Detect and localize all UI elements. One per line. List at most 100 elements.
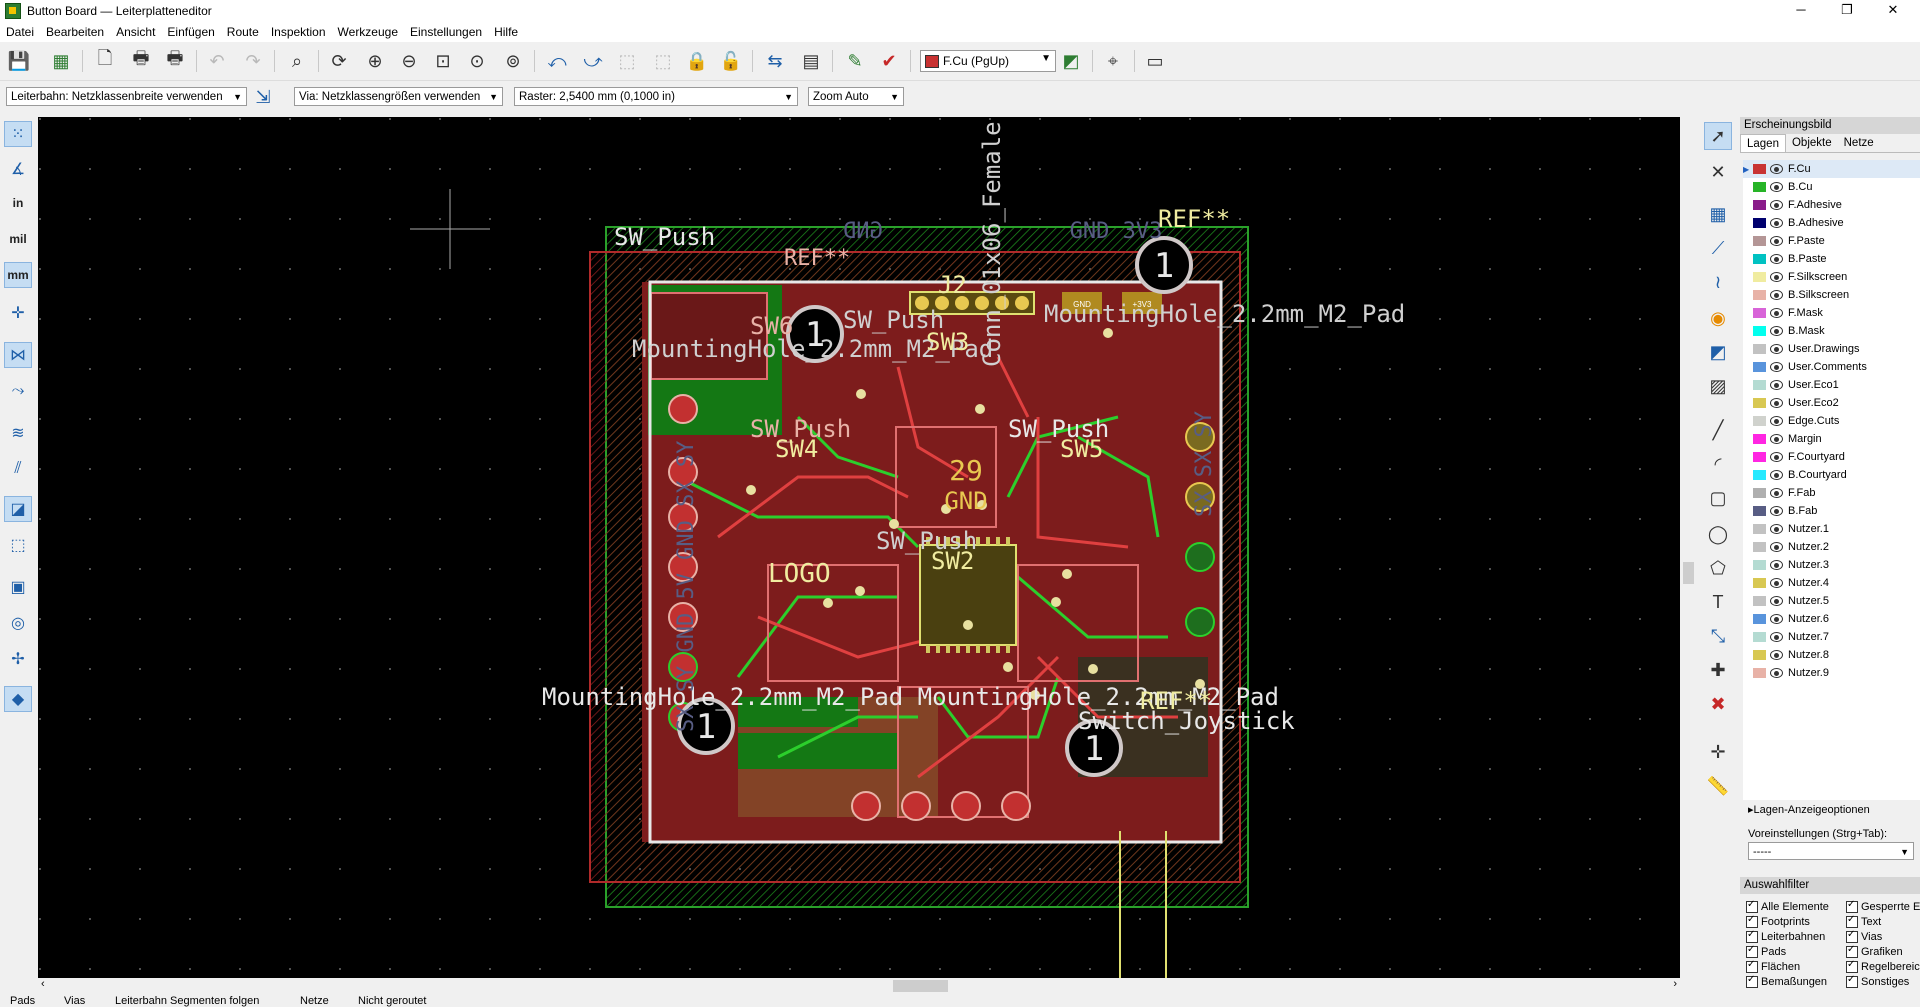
layer-row[interactable]: User.Comments	[1743, 358, 1920, 376]
board-setup-icon[interactable]: ▦	[48, 48, 74, 74]
layer-color-swatch[interactable]	[1753, 416, 1766, 426]
console-icon[interactable]: ▭	[1142, 48, 1168, 74]
filter-checkbox[interactable]: Pads	[1746, 945, 1846, 959]
eye-icon[interactable]	[1770, 272, 1783, 282]
layer-color-swatch[interactable]	[1753, 650, 1766, 660]
eye-icon[interactable]	[1770, 434, 1783, 444]
tab-lagen[interactable]: Lagen	[1740, 134, 1786, 152]
layer-row[interactable]: B.Cu	[1743, 178, 1920, 196]
layer-color-swatch[interactable]	[1753, 326, 1766, 336]
layer-row[interactable]: Nutzer.1	[1743, 520, 1920, 538]
filter-checkbox[interactable]: Alle Elemente	[1746, 900, 1846, 914]
zoom-selection-icon[interactable]: ⊚	[500, 48, 526, 74]
checkbox-checked-icon[interactable]	[1746, 915, 1758, 928]
layer-color-swatch[interactable]	[1753, 524, 1766, 534]
vscroll-thumb[interactable]	[1683, 562, 1694, 584]
filter-checkbox[interactable]: Gesperrte Elemente	[1846, 900, 1920, 914]
layer-row[interactable]: B.Mask	[1743, 322, 1920, 340]
auto-width-icon[interactable]: ⇲	[250, 84, 276, 110]
lock-icon[interactable]: 🔒	[684, 48, 710, 74]
curved-ratsnest-icon[interactable]: ⤳	[4, 378, 32, 404]
layer-row[interactable]: B.Adhesive	[1743, 214, 1920, 232]
layer-color-swatch[interactable]	[1753, 398, 1766, 408]
add-via-icon[interactable]: ◉	[1704, 304, 1732, 332]
route-track-icon[interactable]: ⟋	[1704, 234, 1732, 262]
track-width-select[interactable]: Leiterbahn: Netzklassenbreite verwenden ▼	[6, 87, 247, 106]
eye-icon[interactable]	[1770, 398, 1783, 408]
layer-color-swatch[interactable]	[1753, 200, 1766, 210]
draw-line-icon[interactable]: ╱	[1704, 416, 1732, 444]
eye-icon[interactable]	[1770, 668, 1783, 678]
filter-checkbox[interactable]: Regelbereiche	[1846, 960, 1920, 974]
eye-icon[interactable]	[1770, 578, 1783, 588]
eye-icon[interactable]	[1770, 380, 1783, 390]
grid-select[interactable]: Raster: 2,5400 mm (0,1000 in) ▼	[514, 87, 798, 106]
layer-color-swatch[interactable]	[1753, 560, 1766, 570]
zone-outline-icon[interactable]: ⫽	[4, 456, 32, 482]
minimize-button[interactable]: ─	[1778, 0, 1824, 22]
eye-icon[interactable]	[1770, 542, 1783, 552]
eye-icon[interactable]	[1770, 182, 1783, 192]
select-tool-icon[interactable]: ➚	[1704, 122, 1732, 150]
layer-color-swatch[interactable]	[1753, 452, 1766, 462]
menu-ansicht[interactable]: Ansicht	[110, 25, 161, 39]
tab-objekte[interactable]: Objekte	[1786, 134, 1838, 152]
footprint-library-icon[interactable]: ▤	[798, 48, 824, 74]
maximize-button[interactable]: ❐	[1824, 0, 1870, 22]
net-highlight-icon[interactable]: ◎	[4, 610, 32, 636]
layer-row[interactable]: Nutzer.4	[1743, 574, 1920, 592]
pad-display-icon[interactable]: ◪	[4, 496, 32, 522]
checkbox-checked-icon[interactable]	[1746, 900, 1758, 913]
layer-row[interactable]: F.Mask	[1743, 304, 1920, 322]
add-zone-icon[interactable]: ◩	[1704, 338, 1732, 366]
layer-row[interactable]: F.Courtyard	[1743, 448, 1920, 466]
track-display-icon[interactable]: ▣	[4, 574, 32, 600]
grid-toggle-icon[interactable]: ⁙	[4, 121, 32, 147]
layer-color-swatch[interactable]	[1753, 542, 1766, 552]
layer-row[interactable]: F.Adhesive	[1743, 196, 1920, 214]
checkbox-checked-icon[interactable]	[1846, 945, 1858, 958]
draw-polygon-icon[interactable]: ⬠	[1704, 554, 1732, 582]
draw-circle-icon[interactable]: ◯	[1704, 520, 1732, 548]
checkbox-checked-icon[interactable]	[1846, 915, 1858, 928]
scroll-right-icon[interactable]: ›	[1673, 978, 1677, 990]
layer-color-swatch[interactable]	[1753, 506, 1766, 516]
filter-checkbox[interactable]: Flächen	[1746, 960, 1846, 974]
scripting-icon[interactable]: ✎	[842, 48, 868, 74]
redo-icon[interactable]: ↷	[240, 48, 266, 74]
zoom-out-icon[interactable]: ⊖	[396, 48, 422, 74]
undo-icon[interactable]: ↶	[204, 48, 230, 74]
print-icon[interactable]: 🖶	[128, 48, 154, 74]
units-mil-button[interactable]: mil	[4, 226, 32, 252]
layer-color-swatch[interactable]	[1753, 254, 1766, 264]
ungroup-icon[interactable]: ⬚	[650, 48, 676, 74]
menu-einfuegen[interactable]: Einfügen	[161, 25, 220, 39]
layer-row[interactable]: ▶ F.Cu	[1743, 160, 1920, 178]
eye-icon[interactable]	[1770, 470, 1783, 480]
layer-row[interactable]: Margin	[1743, 430, 1920, 448]
filter-checkbox[interactable]: Vias	[1846, 930, 1920, 944]
layer-color-swatch[interactable]	[1753, 218, 1766, 228]
zoom-in-icon[interactable]: ⊕	[362, 48, 388, 74]
measure-icon[interactable]: 📏	[1704, 772, 1732, 800]
filter-checkbox[interactable]: Bemaßungen	[1746, 975, 1846, 989]
group-icon[interactable]: ⬚	[614, 48, 640, 74]
layer-color-swatch[interactable]	[1753, 668, 1766, 678]
layer-row[interactable]: B.Fab	[1743, 502, 1920, 520]
menu-einstellungen[interactable]: Einstellungen	[404, 25, 488, 39]
add-dimension-icon[interactable]: ⤡	[1704, 622, 1732, 650]
delete-tool-icon[interactable]: ✖	[1704, 690, 1732, 718]
checkbox-checked-icon[interactable]	[1746, 975, 1758, 988]
tune-length-icon[interactable]: ≀	[1704, 268, 1732, 296]
zone-display-icon[interactable]: ≋	[4, 420, 32, 446]
horizontal-scrollbar[interactable]: ‹ ›	[38, 978, 1680, 994]
eye-icon[interactable]	[1770, 416, 1783, 426]
checkbox-checked-icon[interactable]	[1846, 960, 1858, 973]
eye-icon[interactable]	[1770, 632, 1783, 642]
layer-color-swatch[interactable]	[1753, 290, 1766, 300]
layer-color-swatch[interactable]	[1753, 272, 1766, 282]
layer-display-options[interactable]: ▸Lagen-Anzeigeoptionen	[1748, 803, 1870, 816]
units-mm-button[interactable]: mm	[4, 262, 32, 288]
layer-color-swatch[interactable]	[1753, 182, 1766, 192]
layer-row[interactable]: User.Eco2	[1743, 394, 1920, 412]
